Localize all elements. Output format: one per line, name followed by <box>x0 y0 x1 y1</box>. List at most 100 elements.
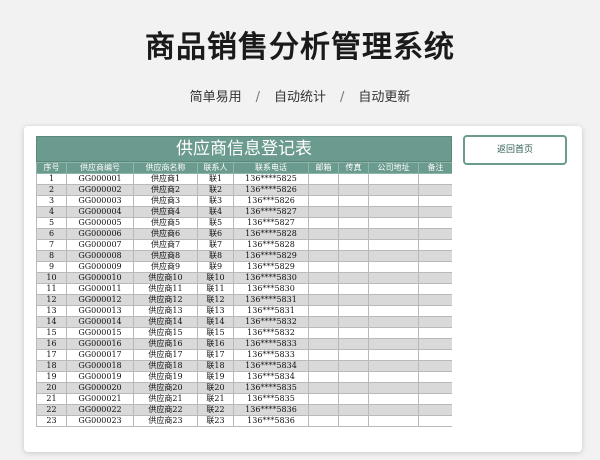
table-cell[interactable]: 联12 <box>197 294 234 306</box>
table-cell[interactable] <box>338 327 369 339</box>
table-cell[interactable] <box>308 371 339 383</box>
table-cell[interactable]: 136***5830 <box>233 283 309 295</box>
table-cell[interactable] <box>368 316 419 328</box>
table-cell[interactable]: 联3 <box>197 195 234 207</box>
table-cell[interactable]: 21 <box>36 393 67 405</box>
table-cell[interactable]: 供应商6 <box>133 228 198 240</box>
table-cell[interactable]: 供应商22 <box>133 404 198 416</box>
table-cell[interactable]: 联4 <box>197 206 234 218</box>
table-cell[interactable]: 供应商14 <box>133 316 198 328</box>
table-cell[interactable]: 136****5834 <box>233 360 309 372</box>
table-cell[interactable] <box>338 305 369 317</box>
table-cell[interactable] <box>418 360 452 372</box>
table-cell[interactable] <box>308 316 339 328</box>
table-cell[interactable]: 联13 <box>197 305 234 317</box>
table-cell[interactable]: 供应商18 <box>133 360 198 372</box>
table-cell[interactable] <box>308 239 339 251</box>
table-cell[interactable]: GG000001 <box>66 173 134 185</box>
table-cell[interactable] <box>368 360 419 372</box>
table-cell[interactable]: 15 <box>36 327 67 339</box>
table-cell[interactable] <box>308 228 339 240</box>
table-cell[interactable]: 8 <box>36 250 67 262</box>
table-cell[interactable] <box>368 294 419 306</box>
table-cell[interactable]: 136***5828 <box>233 239 309 251</box>
table-cell[interactable]: 9 <box>36 261 67 273</box>
table-cell[interactable]: 联5 <box>197 217 234 229</box>
table-cell[interactable] <box>368 239 419 251</box>
table-cell[interactable]: 136***5827 <box>233 217 309 229</box>
table-cell[interactable] <box>338 173 369 185</box>
table-cell[interactable] <box>368 261 419 273</box>
table-cell[interactable] <box>338 195 369 207</box>
table-cell[interactable] <box>338 184 369 196</box>
table-cell[interactable] <box>368 195 419 207</box>
table-cell[interactable] <box>338 283 369 295</box>
table-cell[interactable] <box>308 195 339 207</box>
table-cell[interactable]: 联9 <box>197 261 234 273</box>
table-cell[interactable] <box>308 184 339 196</box>
table-cell[interactable]: GG000020 <box>66 382 134 394</box>
table-cell[interactable] <box>338 294 369 306</box>
table-cell[interactable]: 136****5827 <box>233 206 309 218</box>
table-cell[interactable]: 136***5831 <box>233 305 309 317</box>
table-cell[interactable]: GG000023 <box>66 415 134 427</box>
table-cell[interactable] <box>368 327 419 339</box>
table-cell[interactable] <box>418 415 452 427</box>
table-cell[interactable]: GG000004 <box>66 206 134 218</box>
table-cell[interactable]: 联14 <box>197 316 234 328</box>
table-cell[interactable]: 供应商8 <box>133 250 198 262</box>
table-cell[interactable]: 20 <box>36 382 67 394</box>
table-cell[interactable]: GG000013 <box>66 305 134 317</box>
table-cell[interactable]: 供应商12 <box>133 294 198 306</box>
table-cell[interactable]: 4 <box>36 206 67 218</box>
table-cell[interactable]: 联18 <box>197 360 234 372</box>
table-cell[interactable]: 6 <box>36 228 67 240</box>
table-cell[interactable] <box>418 382 452 394</box>
table-cell[interactable]: 19 <box>36 371 67 383</box>
table-cell[interactable]: GG000005 <box>66 217 134 229</box>
table-cell[interactable]: 联15 <box>197 327 234 339</box>
table-cell[interactable]: GG000002 <box>66 184 134 196</box>
table-cell[interactable]: 联21 <box>197 393 234 405</box>
table-cell[interactable] <box>368 217 419 229</box>
table-cell[interactable]: GG000021 <box>66 393 134 405</box>
table-cell[interactable] <box>308 393 339 405</box>
table-cell[interactable] <box>418 272 452 284</box>
table-cell[interactable] <box>368 173 419 185</box>
table-cell[interactable]: GG000003 <box>66 195 134 207</box>
table-cell[interactable]: 联10 <box>197 272 234 284</box>
table-cell[interactable] <box>418 239 452 251</box>
table-cell[interactable]: 供应商23 <box>133 415 198 427</box>
table-cell[interactable]: 136***5836 <box>233 415 309 427</box>
table-cell[interactable] <box>368 393 419 405</box>
table-cell[interactable] <box>308 305 339 317</box>
table-cell[interactable]: 136****5830 <box>233 272 309 284</box>
table-cell[interactable] <box>368 305 419 317</box>
table-cell[interactable] <box>418 316 452 328</box>
table-cell[interactable] <box>418 283 452 295</box>
table-cell[interactable] <box>418 195 452 207</box>
table-cell[interactable]: 136***5835 <box>233 393 309 405</box>
table-cell[interactable] <box>368 250 419 262</box>
table-cell[interactable] <box>368 338 419 350</box>
table-cell[interactable] <box>308 338 339 350</box>
table-cell[interactable] <box>338 261 369 273</box>
table-cell[interactable] <box>418 217 452 229</box>
table-cell[interactable]: 23 <box>36 415 67 427</box>
table-cell[interactable] <box>338 239 369 251</box>
table-cell[interactable] <box>308 261 339 273</box>
table-cell[interactable]: 供应商19 <box>133 371 198 383</box>
table-cell[interactable] <box>418 393 452 405</box>
table-cell[interactable]: 供应商20 <box>133 382 198 394</box>
table-cell[interactable] <box>418 371 452 383</box>
table-cell[interactable]: 供应商9 <box>133 261 198 273</box>
table-cell[interactable]: GG000010 <box>66 272 134 284</box>
table-cell[interactable]: 供应商5 <box>133 217 198 229</box>
table-cell[interactable]: 22 <box>36 404 67 416</box>
table-cell[interactable] <box>418 327 452 339</box>
table-cell[interactable]: 136***5832 <box>233 327 309 339</box>
table-cell[interactable] <box>368 382 419 394</box>
table-cell[interactable]: GG000016 <box>66 338 134 350</box>
table-cell[interactable] <box>368 349 419 361</box>
table-cell[interactable]: 136****5829 <box>233 250 309 262</box>
